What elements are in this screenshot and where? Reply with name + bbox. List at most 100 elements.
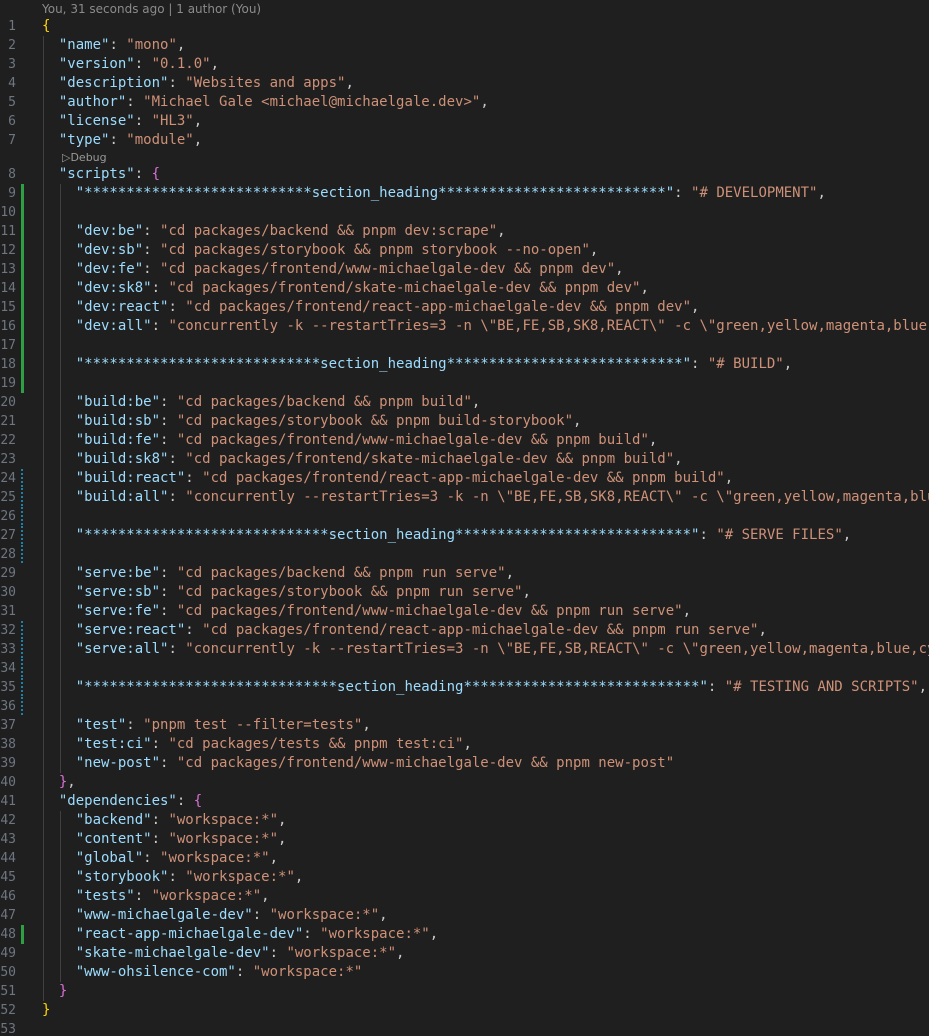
line-number[interactable]: 53	[0, 1020, 16, 1036]
line-number[interactable]: 38	[0, 735, 16, 754]
line-code[interactable]: "test": "pnpm test --filter=tests",	[42, 716, 371, 735]
line-number[interactable]: 43	[0, 830, 16, 849]
git-modified-indicator[interactable]	[21, 488, 23, 507]
line-number[interactable]: 19	[0, 374, 16, 393]
code-line[interactable]: 46 "tests": "workspace:*",	[0, 887, 929, 906]
line-number[interactable]: 10	[0, 203, 16, 222]
git-added-indicator[interactable]	[21, 203, 24, 222]
line-number[interactable]: 20	[0, 393, 16, 412]
line-number[interactable]: 26	[0, 507, 16, 526]
line-code[interactable]: {	[42, 17, 50, 36]
code-line[interactable]: 29 "serve:be": "cd packages/backend && p…	[0, 564, 929, 583]
code-line[interactable]: 21 "build:sb": "cd packages/storybook &&…	[0, 412, 929, 431]
line-code[interactable]: "*****************************section_he…	[42, 526, 851, 545]
line-number[interactable]: 40	[0, 773, 16, 792]
line-number[interactable]: 42	[0, 811, 16, 830]
line-code[interactable]: "build:fe": "cd packages/frontend/www-mi…	[42, 431, 658, 450]
git-modified-indicator[interactable]	[21, 507, 23, 526]
debug-codelens[interactable]: ▷Debug	[62, 150, 107, 165]
line-number[interactable]: 7	[0, 131, 16, 150]
line-number[interactable]: 30	[0, 583, 16, 602]
code-line[interactable]: 6 "license": "HL3",	[0, 112, 929, 131]
code-editor[interactable]: You, 31 seconds ago | 1 author (You) 1{2…	[0, 0, 929, 1036]
code-line[interactable]: 48 "react-app-michaelgale-dev": "workspa…	[0, 925, 929, 944]
code-line[interactable]: 27 "*****************************section…	[0, 526, 929, 545]
git-modified-indicator[interactable]	[21, 621, 23, 640]
line-code[interactable]: "serve:all": "concurrently -k --restartT…	[42, 640, 929, 659]
line-number[interactable]: 50	[0, 963, 16, 982]
code-line[interactable]: 35 "******************************sectio…	[0, 678, 929, 697]
line-code[interactable]: "www-michaelgale-dev": "workspace:*",	[42, 906, 388, 925]
line-code[interactable]: "***************************section_head…	[42, 184, 826, 203]
code-line[interactable]: 14 "dev:sk8": "cd packages/frontend/skat…	[0, 279, 929, 298]
line-number[interactable]: 37	[0, 716, 16, 735]
code-line[interactable]: 18 "****************************section_…	[0, 355, 929, 374]
code-line[interactable]: 13 "dev:fe": "cd packages/frontend/www-m…	[0, 260, 929, 279]
code-line[interactable]: 31 "serve:fe": "cd packages/frontend/www…	[0, 602, 929, 621]
code-line[interactable]: 40 },	[0, 773, 929, 792]
line-number[interactable]: 48	[0, 925, 16, 944]
code-line[interactable]: 9 "***************************section_he…	[0, 184, 929, 203]
editor-lines[interactable]: 1{2 "name": "mono", 3 "version": "0.1.0",…	[0, 17, 929, 1036]
line-code[interactable]: "name": "mono",	[42, 36, 185, 55]
line-number[interactable]: 15	[0, 298, 16, 317]
line-code[interactable]: "build:sk8": "cd packages/frontend/skate…	[42, 450, 683, 469]
line-number[interactable]: 5	[0, 93, 16, 112]
line-number[interactable]: 41	[0, 792, 16, 811]
line-code[interactable]: "description": "Websites and apps",	[42, 74, 354, 93]
line-code[interactable]: "build:sb": "cd packages/storybook && pn…	[42, 412, 582, 431]
git-added-indicator[interactable]	[21, 260, 24, 279]
git-added-indicator[interactable]	[21, 184, 24, 203]
code-line[interactable]: 4 "description": "Websites and apps",	[0, 74, 929, 93]
line-code[interactable]: "build:be": "cd packages/backend && pnpm…	[42, 393, 481, 412]
code-line[interactable]: 25 "build:all": "concurrently --restartT…	[0, 488, 929, 507]
line-number[interactable]: 44	[0, 849, 16, 868]
code-line[interactable]: 10	[0, 203, 929, 222]
line-number[interactable]: 22	[0, 431, 16, 450]
line-code[interactable]: "serve:react": "cd packages/frontend/rea…	[42, 621, 767, 640]
code-line[interactable]: 37 "test": "pnpm test --filter=tests",	[0, 716, 929, 735]
code-line[interactable]: 52}	[0, 1001, 929, 1020]
line-number[interactable]: 23	[0, 450, 16, 469]
line-code[interactable]: "skate-michaelgale-dev": "workspace:*",	[42, 944, 405, 963]
line-code[interactable]: "backend": "workspace:*",	[42, 811, 287, 830]
line-code[interactable]: "dev:react": "cd packages/frontend/react…	[42, 298, 700, 317]
line-number[interactable]: 33	[0, 640, 16, 659]
git-added-indicator[interactable]	[21, 241, 24, 260]
line-code[interactable]: "storybook": "workspace:*",	[42, 868, 304, 887]
line-number[interactable]: 11	[0, 222, 16, 241]
code-line[interactable]: 41 "dependencies": {	[0, 792, 929, 811]
git-modified-indicator[interactable]	[21, 659, 23, 678]
line-number[interactable]: 18	[0, 355, 16, 374]
code-line[interactable]: 50 "www-ohsilence-com": "workspace:*"	[0, 963, 929, 982]
code-line[interactable]: 23 "build:sk8": "cd packages/frontend/sk…	[0, 450, 929, 469]
line-code[interactable]: "dev:sb": "cd packages/storybook && pnpm…	[42, 241, 599, 260]
code-line[interactable]: 20 "build:be": "cd packages/backend && p…	[0, 393, 929, 412]
line-number[interactable]: 14	[0, 279, 16, 298]
line-number[interactable]: 6	[0, 112, 16, 131]
line-number[interactable]: 51	[0, 982, 16, 1001]
code-line[interactable]: 42 "backend": "workspace:*",	[0, 811, 929, 830]
git-added-indicator[interactable]	[21, 336, 24, 355]
line-number[interactable]: 28	[0, 545, 16, 564]
line-number[interactable]: 35	[0, 678, 16, 697]
git-added-indicator[interactable]	[21, 317, 24, 336]
line-code[interactable]: },	[42, 773, 76, 792]
git-added-indicator[interactable]	[21, 222, 24, 241]
code-line[interactable]: 2 "name": "mono",	[0, 36, 929, 55]
code-line[interactable]: 47 "www-michaelgale-dev": "workspace:*",	[0, 906, 929, 925]
code-line[interactable]: 30 "serve:sb": "cd packages/storybook &&…	[0, 583, 929, 602]
git-modified-indicator[interactable]	[21, 469, 23, 488]
code-line[interactable]: 44 "global": "workspace:*",	[0, 849, 929, 868]
code-line[interactable]: 22 "build:fe": "cd packages/frontend/www…	[0, 431, 929, 450]
line-number[interactable]: 16	[0, 317, 16, 336]
line-number[interactable]: 36	[0, 697, 16, 716]
code-line[interactable]: 24 "build:react": "cd packages/frontend/…	[0, 469, 929, 488]
line-number[interactable]: 8	[0, 165, 16, 184]
git-modified-indicator[interactable]	[21, 640, 23, 659]
line-code[interactable]: "serve:sb": "cd packages/storybook && pn…	[42, 583, 531, 602]
line-number[interactable]: 32	[0, 621, 16, 640]
line-code[interactable]: "dev:be": "cd packages/backend && pnpm d…	[42, 222, 506, 241]
line-number[interactable]: 29	[0, 564, 16, 583]
code-line[interactable]: 7 "type": "module",	[0, 131, 929, 150]
